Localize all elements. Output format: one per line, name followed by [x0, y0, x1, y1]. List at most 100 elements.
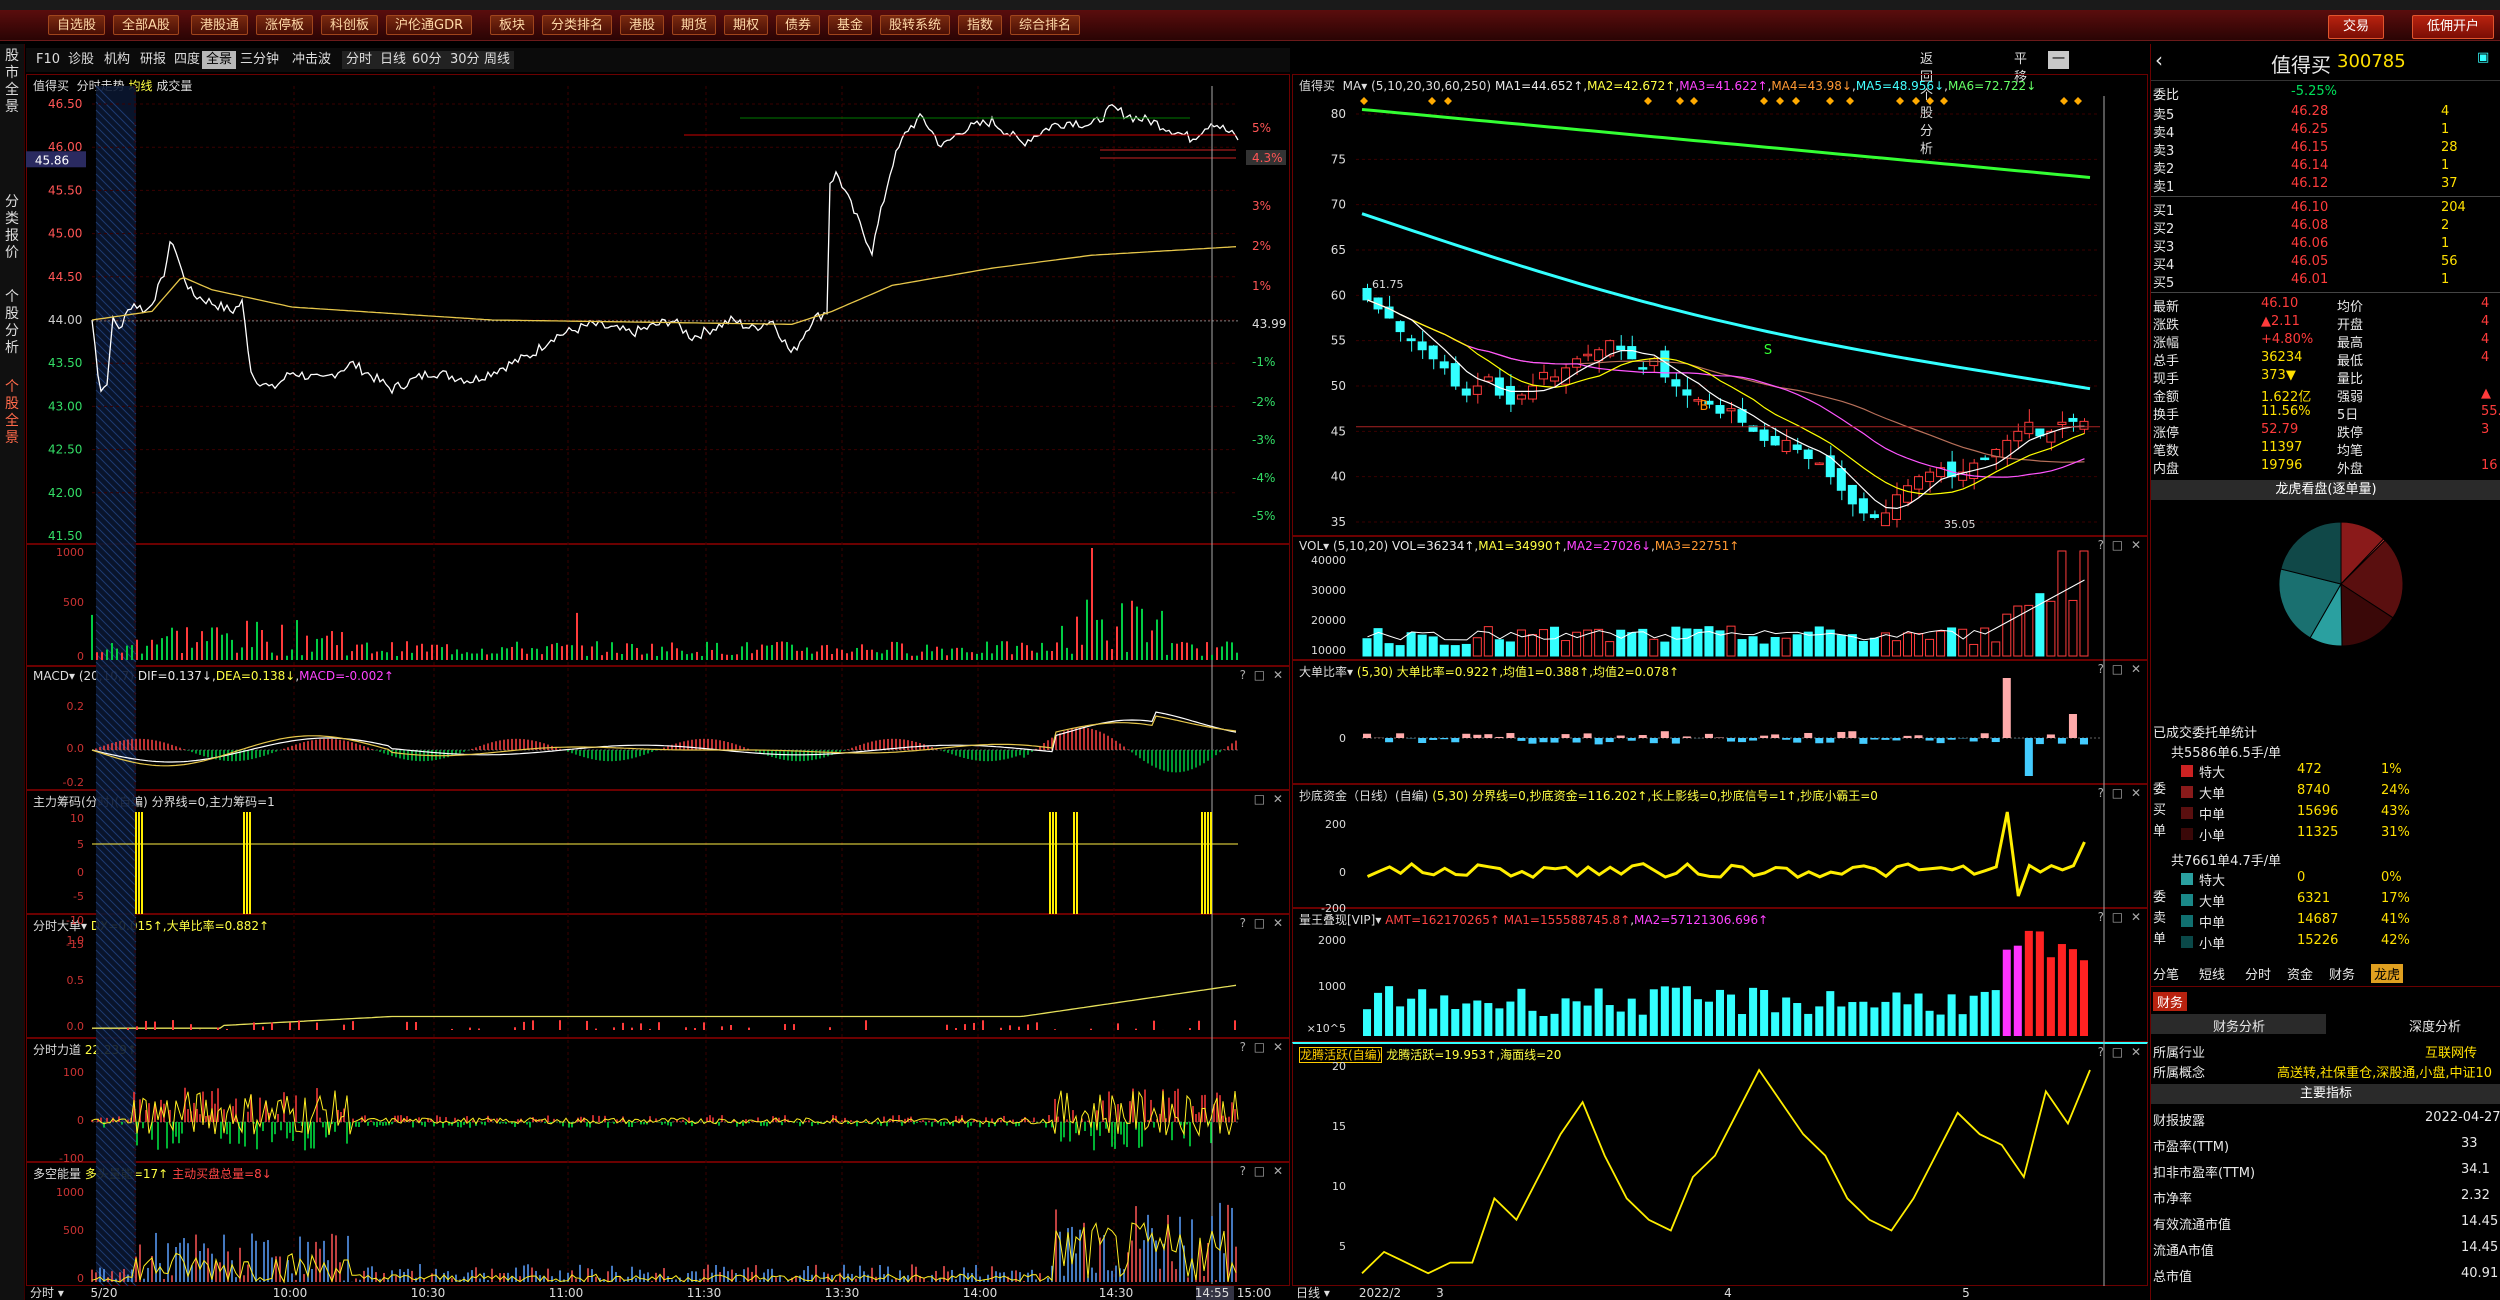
ask-price: 46.25: [2291, 122, 2329, 137]
buy-side-label: 单: [2153, 824, 2167, 839]
vol-bar: [1505, 641, 1515, 657]
high-label: 61.75: [1372, 278, 1404, 291]
ask-volume: 1: [2441, 158, 2450, 173]
lw-bar: [1771, 1012, 1780, 1036]
metric-value: 33: [2461, 1136, 2478, 1151]
time-tick: 10:30: [411, 1286, 446, 1300]
quote-tab[interactable]: 短线: [2199, 964, 2225, 983]
ask-price: 46.12: [2291, 176, 2329, 191]
metric-label: 流通A市值: [2153, 1244, 2214, 1259]
lw-bar: [1638, 1014, 1647, 1036]
stat-value: 36234: [2261, 350, 2303, 365]
ddbl-bar: [1616, 735, 1625, 738]
lw-bar: [2057, 944, 2066, 1036]
vol-bar: [1958, 628, 1968, 657]
bid-price: 46.01: [2291, 272, 2329, 287]
vol-bar: [1781, 637, 1791, 657]
quote-tab[interactable]: 资金: [2287, 964, 2313, 983]
candle-body: [2013, 430, 2023, 442]
low-label: 35.05: [1944, 518, 1976, 531]
sell-marker: S: [1764, 343, 1772, 358]
candle-body: [1770, 435, 1780, 446]
lt-tick: 20: [1332, 1060, 1346, 1073]
lw-bar: [1760, 990, 1769, 1036]
metric-label: 有效流通市值: [2153, 1218, 2232, 1233]
vol-bar: [1616, 629, 1626, 657]
price-tick: 42.50: [48, 443, 82, 457]
vol-bar: [1384, 643, 1394, 657]
zl-tick: 5: [77, 838, 84, 851]
buy-tier-count: 15696: [2297, 804, 2339, 819]
stat-value2: 55.: [2481, 404, 2500, 419]
ddbl-bar: [1572, 738, 1581, 743]
lw-bar: [1793, 1003, 1802, 1036]
signal-diamond: [1428, 97, 1436, 105]
cd-tick: -200: [1321, 902, 1346, 915]
daily-time-tick: 3: [1436, 1286, 1444, 1300]
ask-volume: 1: [2441, 122, 2450, 137]
stat-label: 现手: [2153, 372, 2180, 387]
buy-tier-count: 11325: [2297, 825, 2339, 840]
lw-bar: [2035, 931, 2044, 1036]
lw-tick: ×10^5: [1307, 1022, 1346, 1035]
dk-tick: 1000: [56, 1186, 84, 1199]
lw-bar: [1528, 1010, 1537, 1036]
ddbl-bar: [1749, 738, 1758, 741]
lw-bar: [1495, 1008, 1504, 1036]
ddbl-bar: [1815, 738, 1824, 744]
buy-tier-label: 特大: [2199, 766, 2226, 781]
lw-bar: [1881, 1001, 1890, 1036]
kline-tick: 80: [1331, 107, 1346, 121]
ddbl-bar: [1738, 738, 1747, 743]
candle-body: [1461, 388, 1471, 396]
legend-swatch: [2181, 807, 2193, 819]
legend-swatch: [2181, 786, 2193, 798]
zl-tick: -5: [73, 890, 84, 903]
vol-bar: [1461, 643, 1471, 657]
ask-label: 卖4: [2153, 126, 2175, 141]
sell-tier-count: 6321: [2297, 891, 2331, 906]
detail-icon[interactable]: ▣: [2477, 50, 2489, 65]
pct-tick: -4%: [1252, 471, 1275, 485]
lw-bar: [1539, 1015, 1548, 1036]
vol-bar: [1925, 638, 1935, 657]
candle-body: [1914, 476, 1924, 490]
lw-bar: [1660, 986, 1669, 1036]
quote-tab[interactable]: 分时: [2245, 964, 2271, 983]
ddbl-bar: [1506, 733, 1515, 738]
metric-value: 14.45: [2461, 1214, 2499, 1229]
time-tick: 5/20: [91, 1286, 118, 1300]
finance-tab[interactable]: 财务: [2153, 992, 2188, 1011]
metric-value: 34.1: [2461, 1162, 2490, 1177]
bid-volume: 1: [2441, 272, 2450, 287]
ddbl-bar: [2024, 738, 2033, 776]
price-tick: 42.00: [48, 486, 82, 500]
ma250-line: [1361, 108, 2091, 179]
cd-tick: 0: [1339, 866, 1346, 879]
ld-tick: 0: [77, 1114, 84, 1127]
stat-label2: 外盘: [2337, 462, 2364, 477]
order-flow-pie: [2278, 521, 2404, 647]
fin-subtab-depth[interactable]: 深度分析: [2409, 1016, 2461, 1035]
stat-value2: 4: [2481, 314, 2490, 329]
quote-tab[interactable]: 财务: [2329, 964, 2355, 983]
ddbl-bar: [1517, 738, 1526, 741]
charts-layer: 46.5046.0045.8645.5045.0044.5044.0043.50…: [26, 85, 2148, 1300]
quote-tab[interactable]: 龙虎: [2371, 964, 2404, 983]
macd-tick: 0.0: [67, 742, 85, 755]
lw-bar: [1704, 1001, 1713, 1036]
metric-value: 2.32: [2461, 1188, 2490, 1203]
quote-tab[interactable]: 分笔: [2153, 964, 2179, 983]
vol-bar: [1836, 634, 1846, 657]
bid-volume: 204: [2441, 200, 2466, 215]
vol-bar: [2024, 604, 2034, 657]
lw-bar: [1815, 1006, 1824, 1036]
stat-label2: 强弱: [2337, 390, 2364, 405]
fin-subtab-analysis[interactable]: 财务分析: [2213, 1016, 2265, 1035]
back-arrow[interactable]: ‹: [2155, 48, 2163, 72]
avg-line: [91, 246, 1237, 325]
pct-tick: -2%: [1252, 395, 1275, 409]
bid-price: 46.08: [2291, 218, 2329, 233]
legend-swatch: [2181, 894, 2193, 906]
sell-side-label: 委: [2153, 890, 2167, 905]
